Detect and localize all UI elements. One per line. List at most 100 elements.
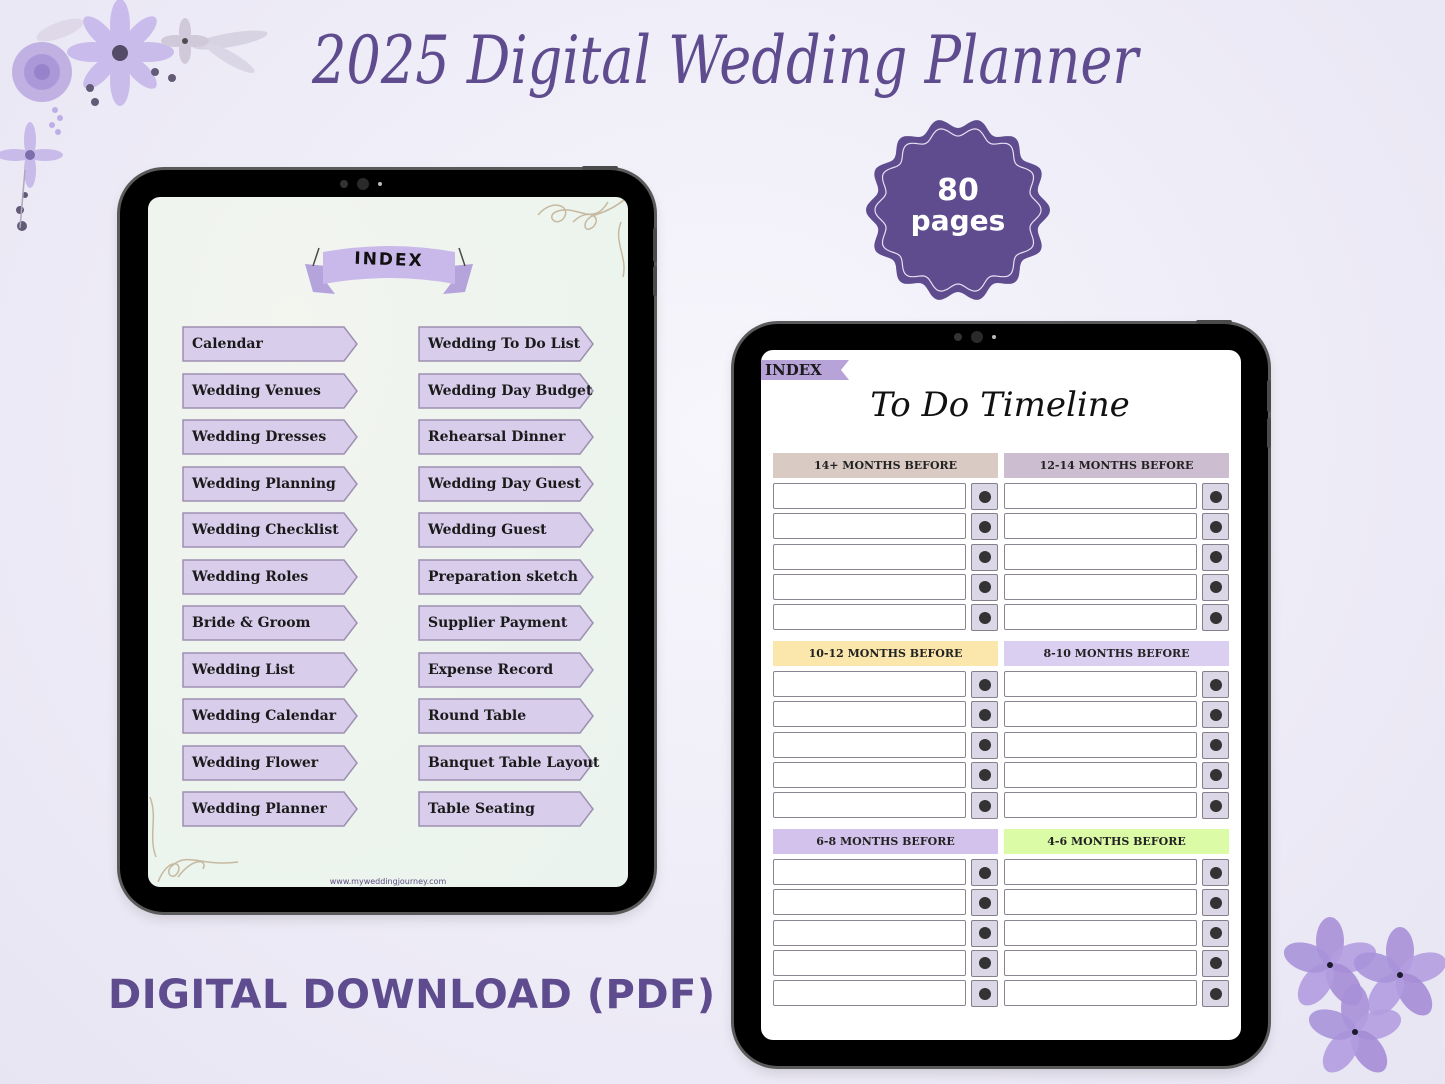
todo-text-field[interactable] (773, 483, 966, 509)
todo-checkbox[interactable] (1202, 543, 1229, 571)
todo-checkbox[interactable] (1202, 792, 1229, 820)
todo-checkbox[interactable] (971, 919, 998, 947)
bullet-dot-icon (1209, 957, 1222, 970)
index-tag-banquet-table-layout[interactable]: Banquet Table Layout (418, 744, 599, 781)
todo-checkbox[interactable] (971, 889, 998, 917)
todo-text-field[interactable] (1004, 604, 1197, 631)
todo-checkbox[interactable] (1202, 513, 1229, 541)
todo-text-field[interactable] (1004, 731, 1197, 758)
todo-text-field[interactable] (1004, 543, 1197, 570)
bullet-dot-icon (978, 708, 991, 721)
index-tag-wedding-flower[interactable]: Wedding Flower (182, 744, 358, 781)
todo-text-field[interactable] (773, 701, 966, 728)
todo-checkbox[interactable] (971, 761, 998, 789)
todo-text-field[interactable] (773, 949, 966, 976)
index-tag-wedding-day-budget[interactable]: Wedding Day Budget (418, 372, 594, 409)
todo-checkbox[interactable] (971, 513, 998, 541)
index-tag-wedding-to-do-list[interactable]: Wedding To Do List (418, 326, 594, 362)
todo-text-field[interactable] (1004, 859, 1197, 885)
todo-checkbox[interactable] (1202, 919, 1229, 947)
index-tag-wedding-checklist[interactable]: Wedding Checklist (182, 512, 358, 548)
index-tag-label: Expense Record (428, 661, 554, 678)
todo-text-field[interactable] (773, 671, 966, 697)
todo-checkbox[interactable] (1202, 980, 1229, 1008)
index-tag-calendar[interactable]: Calendar (182, 326, 358, 362)
todo-text-field[interactable] (773, 513, 966, 540)
todo-checkbox[interactable] (1202, 949, 1229, 977)
todo-checkbox[interactable] (971, 859, 998, 886)
todo-checkbox[interactable] (971, 731, 998, 759)
todo-text-field[interactable] (773, 792, 966, 819)
todo-checkbox[interactable] (1202, 731, 1229, 759)
todo-text-field[interactable] (1004, 701, 1197, 728)
index-tag-wedding-roles[interactable]: Wedding Roles (182, 558, 358, 595)
index-tag-expense-record[interactable]: Expense Record (418, 651, 594, 688)
bullet-dot-icon (978, 611, 991, 624)
index-tag-round-table[interactable]: Round Table (418, 698, 594, 734)
todo-text-field[interactable] (1004, 792, 1197, 819)
todo-text-field[interactable] (1004, 980, 1197, 1007)
index-tag-supplier-payment[interactable]: Supplier Payment (418, 605, 594, 641)
todo-text-field[interactable] (1004, 761, 1197, 788)
index-tag-rehearsal-dinner[interactable]: Rehearsal Dinner (418, 419, 594, 455)
todo-checkbox[interactable] (1202, 889, 1229, 917)
todo-checkbox[interactable] (971, 980, 998, 1008)
todo-checkbox[interactable] (971, 604, 998, 632)
todo-checkbox[interactable] (1202, 573, 1229, 601)
todo-text-field[interactable] (773, 761, 966, 788)
todo-text-field[interactable] (773, 859, 966, 885)
todo-checkbox[interactable] (1202, 701, 1229, 729)
index-tag-wedding-guest[interactable]: Wedding Guest (418, 512, 594, 548)
index-tag-label: Wedding Dresses (192, 429, 327, 445)
index-tag-table-seating[interactable]: Table Seating (418, 791, 594, 827)
todo-text-field[interactable] (773, 919, 966, 946)
todo-text-field[interactable] (773, 731, 966, 758)
todo-text-field[interactable] (773, 573, 966, 600)
todo-checkbox[interactable] (971, 573, 998, 601)
todo-text-field[interactable] (1004, 513, 1197, 540)
todo-checkbox[interactable] (971, 543, 998, 571)
todo-checkbox[interactable] (971, 671, 998, 698)
section-header: 8-10 MONTHS BEFORE (1004, 641, 1229, 666)
todo-text-field[interactable] (1004, 949, 1197, 976)
bullet-dot-icon (978, 678, 991, 691)
index-tag-wedding-calendar[interactable]: Wedding Calendar (182, 698, 358, 734)
index-tag-wedding-venues[interactable]: Wedding Venues (182, 372, 358, 409)
tablet-side-button (653, 228, 657, 262)
todo-checkbox[interactable] (1202, 483, 1229, 510)
todo-checkbox[interactable] (971, 949, 998, 977)
index-tab-button[interactable]: INDEX (761, 360, 849, 380)
index-tag-bride-groom[interactable]: Bride & Groom (182, 605, 358, 641)
todo-checkbox[interactable] (971, 483, 998, 510)
todo-text-field[interactable] (1004, 671, 1197, 697)
todo-checkbox[interactable] (1202, 671, 1229, 698)
timeline-title: To Do Timeline (870, 385, 1130, 425)
todo-checkbox[interactable] (971, 792, 998, 820)
index-tag-wedding-dresses[interactable]: Wedding Dresses (182, 419, 358, 455)
todo-checkbox[interactable] (1202, 761, 1229, 789)
index-tag-wedding-day-guest[interactable]: Wedding Day Guest (418, 465, 594, 502)
todo-text-field[interactable] (1004, 573, 1197, 600)
main-title: 2025 Digital Wedding Planner (311, 22, 1139, 99)
index-tag-wedding-planning[interactable]: Wedding Planning (182, 465, 358, 502)
badge-label: pages (910, 204, 1006, 237)
bullet-dot-icon (1209, 896, 1222, 909)
todo-text-field[interactable] (773, 980, 966, 1007)
todo-text-field[interactable] (1004, 919, 1197, 946)
todo-text-field[interactable] (773, 543, 966, 570)
index-tag-wedding-planner[interactable]: Wedding Planner (182, 791, 358, 827)
website-url[interactable]: www.myweddingjourney.com (325, 877, 451, 886)
tablet-top-button (1196, 320, 1232, 324)
index-tag-preparation-sketch[interactable]: Preparation sketch (418, 558, 594, 595)
todo-checkbox[interactable] (1202, 604, 1229, 632)
todo-checkbox[interactable] (1202, 859, 1229, 886)
todo-text-field[interactable] (773, 889, 966, 916)
todo-text-field[interactable] (1004, 889, 1197, 916)
tablet-side-button (653, 266, 657, 296)
todo-text-field[interactable] (1004, 483, 1197, 509)
bullet-dot-icon (978, 799, 991, 812)
todo-checkbox[interactable] (971, 701, 998, 729)
index-tag-wedding-list[interactable]: Wedding List (182, 651, 358, 688)
bullet-dot-icon (978, 987, 991, 1000)
todo-text-field[interactable] (773, 604, 966, 631)
